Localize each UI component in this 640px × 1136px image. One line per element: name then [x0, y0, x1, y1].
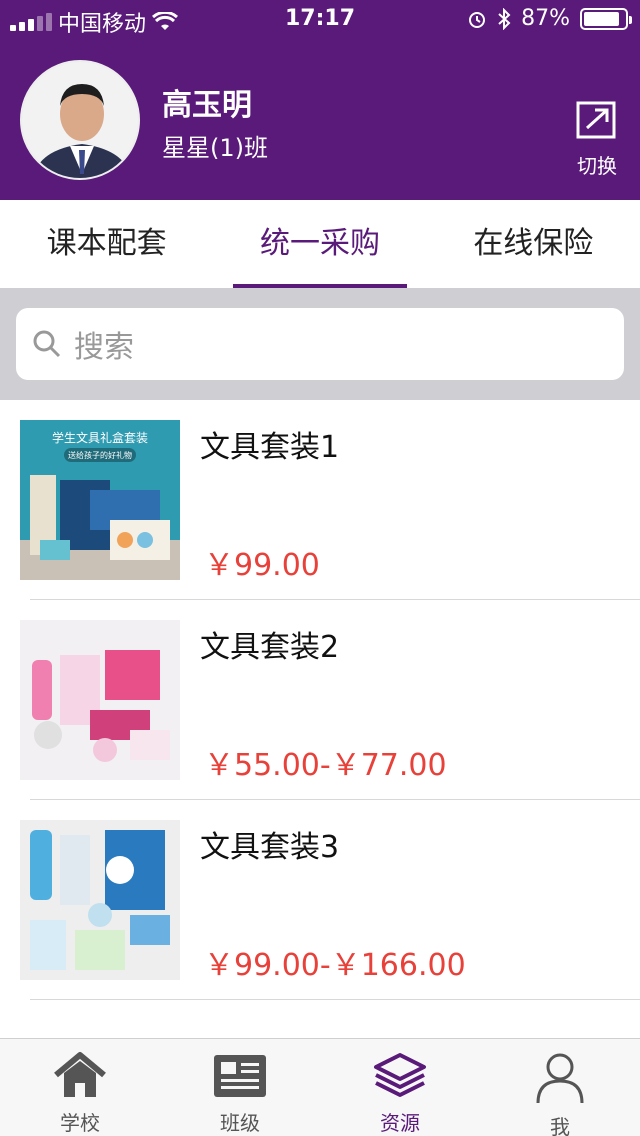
- bluetooth-icon: [498, 7, 511, 30]
- product-title: 文具套装1: [200, 430, 340, 465]
- tab-online-insurance[interactable]: 在线保险: [427, 200, 640, 288]
- product-price: ￥55.00-￥77.00: [204, 748, 447, 783]
- divider: [30, 999, 640, 1000]
- nav-school[interactable]: 学校: [0, 1039, 160, 1136]
- thumb-subtitle: 送给孩子的好礼物: [68, 450, 132, 460]
- layers-icon: [374, 1053, 426, 1097]
- nav-class-label: 班级: [220, 1111, 260, 1135]
- app-screen: 中国移动 17:17 87% 高玉明 星星(1)班 切换 课本配套 统一采购 在…: [0, 0, 640, 1136]
- nav-me[interactable]: 我: [480, 1039, 640, 1136]
- switch-button[interactable]: 切换: [572, 100, 622, 179]
- product-title: 文具套装2: [200, 630, 340, 665]
- list-item[interactable]: 学生文具礼盒套装 送给孩子的好礼物 文具套装1 ￥99.00: [0, 400, 640, 600]
- nav-resources[interactable]: 资源: [320, 1039, 480, 1136]
- list-item[interactable]: 文具套装3 ￥99.00-￥166.00: [0, 800, 640, 1000]
- thumb-banner: 学生文具礼盒套装: [52, 430, 148, 445]
- switch-icon: [576, 101, 616, 139]
- product-image[interactable]: [20, 820, 180, 980]
- switch-label: 切换: [577, 154, 617, 178]
- bottom-nav: 学校 班级 资源 我: [0, 1038, 640, 1136]
- list-item[interactable]: 文具套装2 ￥55.00-￥77.00: [0, 600, 640, 800]
- search-area: 搜索: [0, 288, 640, 400]
- nav-school-label: 学校: [60, 1111, 100, 1135]
- profile-header: 中国移动 17:17 87% 高玉明 星星(1)班 切换: [0, 0, 640, 200]
- product-image[interactable]: 学生文具礼盒套装 送给孩子的好礼物: [20, 420, 180, 580]
- search-icon: [33, 330, 61, 358]
- battery-icon: [580, 7, 632, 30]
- nav-me-label: 我: [550, 1115, 570, 1136]
- product-image[interactable]: [20, 620, 180, 780]
- product-title: 文具套装3: [200, 830, 340, 865]
- newspaper-icon: [214, 1055, 266, 1097]
- nav-class[interactable]: 班级: [160, 1039, 320, 1136]
- nav-resources-label: 资源: [380, 1111, 420, 1135]
- user-class: 星星(1)班: [162, 134, 268, 162]
- product-list: 学生文具礼盒套装 送给孩子的好礼物 文具套装1 ￥99.00 文具套装2 ￥55…: [0, 400, 640, 1000]
- product-price: ￥99.00: [204, 548, 320, 583]
- tab-unified-purchase[interactable]: 统一采购: [213, 200, 426, 288]
- battery-percent: 87%: [521, 6, 570, 31]
- tab-textbook[interactable]: 课本配套: [0, 200, 213, 288]
- search-input[interactable]: 搜索: [16, 308, 624, 380]
- home-icon: [54, 1052, 106, 1097]
- category-tabs: 课本配套 统一采购 在线保险: [0, 200, 640, 288]
- avatar[interactable]: [20, 60, 140, 180]
- alarm-icon: [469, 11, 486, 28]
- product-price: ￥99.00-￥166.00: [204, 948, 466, 983]
- user-name: 高玉明: [162, 88, 252, 123]
- search-placeholder: 搜索: [74, 330, 134, 365]
- person-icon: [536, 1053, 584, 1104]
- status-bar: 中国移动 17:17 87%: [0, 0, 640, 40]
